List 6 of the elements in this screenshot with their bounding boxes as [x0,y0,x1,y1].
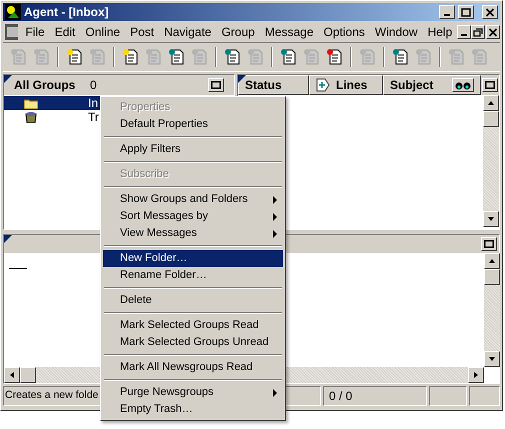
status-counter: 0 / 0 [323,386,427,406]
group-name: Tr [88,110,99,124]
group-count: 0 [90,77,98,94]
group-name: In [88,96,98,110]
pane-title: All Groups [14,77,76,94]
window-title: Agent - [Inbox] [24,4,110,21]
